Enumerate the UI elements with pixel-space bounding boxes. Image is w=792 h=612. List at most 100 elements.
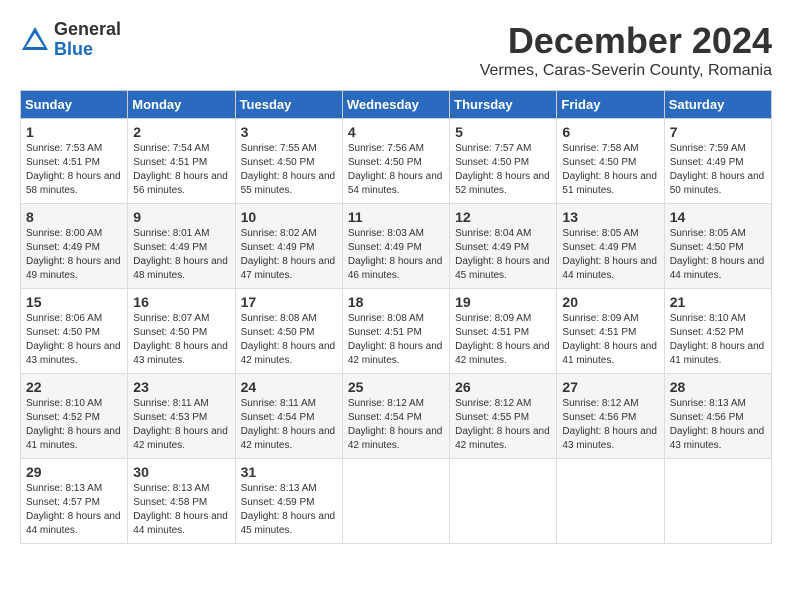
sunrise-time: Sunrise: 8:00 AM — [26, 228, 102, 239]
day-info: Sunrise: 8:01 AM Sunset: 4:49 PM Dayligh… — [133, 227, 229, 283]
sunset-time: Sunset: 4:50 PM — [241, 157, 315, 168]
day-info: Sunrise: 8:09 AM Sunset: 4:51 PM Dayligh… — [455, 312, 551, 368]
daylight-hours: Daylight: 8 hours and 42 minutes. — [133, 426, 228, 451]
calendar-cell: 5 Sunrise: 7:57 AM Sunset: 4:50 PM Dayli… — [450, 119, 557, 204]
sunrise-time: Sunrise: 7:56 AM — [348, 143, 424, 154]
sunset-time: Sunset: 4:49 PM — [26, 242, 100, 253]
sunset-time: Sunset: 4:58 PM — [133, 497, 207, 508]
subtitle: Vermes, Caras-Severin County, Romania — [480, 62, 772, 80]
title-area: December 2024 Vermes, Caras-Severin Coun… — [480, 20, 772, 80]
calendar-cell: 2 Sunrise: 7:54 AM Sunset: 4:51 PM Dayli… — [128, 119, 235, 204]
day-number: 27 — [562, 379, 658, 395]
calendar-cell: 9 Sunrise: 8:01 AM Sunset: 4:49 PM Dayli… — [128, 204, 235, 289]
header-row: SundayMondayTuesdayWednesdayThursdayFrid… — [21, 91, 772, 119]
sunrise-time: Sunrise: 8:12 AM — [348, 398, 424, 409]
sunrise-time: Sunrise: 8:04 AM — [455, 228, 531, 239]
calendar-cell — [342, 459, 449, 544]
daylight-hours: Daylight: 8 hours and 43 minutes. — [133, 341, 228, 366]
logo-icon — [20, 25, 50, 55]
sunset-time: Sunset: 4:50 PM — [348, 157, 422, 168]
daylight-hours: Daylight: 8 hours and 42 minutes. — [348, 426, 443, 451]
calendar-body: 1 Sunrise: 7:53 AM Sunset: 4:51 PM Dayli… — [21, 119, 772, 544]
day-info: Sunrise: 8:07 AM Sunset: 4:50 PM Dayligh… — [133, 312, 229, 368]
day-number: 3 — [241, 124, 337, 140]
daylight-hours: Daylight: 8 hours and 44 minutes. — [133, 511, 228, 536]
day-number: 14 — [670, 209, 766, 225]
day-number: 31 — [241, 464, 337, 480]
sunset-time: Sunset: 4:49 PM — [455, 242, 529, 253]
day-info: Sunrise: 8:13 AM Sunset: 4:56 PM Dayligh… — [670, 397, 766, 453]
calendar-cell — [664, 459, 771, 544]
daylight-hours: Daylight: 8 hours and 43 minutes. — [670, 426, 765, 451]
sunset-time: Sunset: 4:57 PM — [26, 497, 100, 508]
day-number: 16 — [133, 294, 229, 310]
header-cell-monday: Monday — [128, 91, 235, 119]
calendar-cell: 3 Sunrise: 7:55 AM Sunset: 4:50 PM Dayli… — [235, 119, 342, 204]
calendar-cell: 30 Sunrise: 8:13 AM Sunset: 4:58 PM Dayl… — [128, 459, 235, 544]
sunset-time: Sunset: 4:50 PM — [133, 327, 207, 338]
sunset-time: Sunset: 4:51 PM — [348, 327, 422, 338]
day-info: Sunrise: 8:10 AM Sunset: 4:52 PM Dayligh… — [670, 312, 766, 368]
day-number: 9 — [133, 209, 229, 225]
sunrise-time: Sunrise: 7:53 AM — [26, 143, 102, 154]
calendar-cell: 8 Sunrise: 8:00 AM Sunset: 4:49 PM Dayli… — [21, 204, 128, 289]
sunrise-time: Sunrise: 8:13 AM — [133, 483, 209, 494]
day-info: Sunrise: 8:08 AM Sunset: 4:51 PM Dayligh… — [348, 312, 444, 368]
day-number: 24 — [241, 379, 337, 395]
day-number: 10 — [241, 209, 337, 225]
daylight-hours: Daylight: 8 hours and 50 minutes. — [670, 171, 765, 196]
calendar-cell — [557, 459, 664, 544]
week-row: 15 Sunrise: 8:06 AM Sunset: 4:50 PM Dayl… — [21, 289, 772, 374]
calendar-cell: 1 Sunrise: 7:53 AM Sunset: 4:51 PM Dayli… — [21, 119, 128, 204]
day-info: Sunrise: 8:05 AM Sunset: 4:50 PM Dayligh… — [670, 227, 766, 283]
day-info: Sunrise: 8:11 AM Sunset: 4:53 PM Dayligh… — [133, 397, 229, 453]
calendar-cell: 11 Sunrise: 8:03 AM Sunset: 4:49 PM Dayl… — [342, 204, 449, 289]
header-cell-wednesday: Wednesday — [342, 91, 449, 119]
day-number: 12 — [455, 209, 551, 225]
calendar-cell: 19 Sunrise: 8:09 AM Sunset: 4:51 PM Dayl… — [450, 289, 557, 374]
sunrise-time: Sunrise: 8:12 AM — [455, 398, 531, 409]
sunrise-time: Sunrise: 8:09 AM — [455, 313, 531, 324]
daylight-hours: Daylight: 8 hours and 41 minutes. — [562, 341, 657, 366]
day-info: Sunrise: 8:12 AM Sunset: 4:56 PM Dayligh… — [562, 397, 658, 453]
sunrise-time: Sunrise: 8:12 AM — [562, 398, 638, 409]
day-number: 18 — [348, 294, 444, 310]
sunrise-time: Sunrise: 8:05 AM — [562, 228, 638, 239]
sunrise-time: Sunrise: 8:08 AM — [348, 313, 424, 324]
header: General Blue December 2024 Vermes, Caras… — [20, 20, 772, 80]
daylight-hours: Daylight: 8 hours and 42 minutes. — [348, 341, 443, 366]
calendar-cell: 14 Sunrise: 8:05 AM Sunset: 4:50 PM Dayl… — [664, 204, 771, 289]
week-row: 29 Sunrise: 8:13 AM Sunset: 4:57 PM Dayl… — [21, 459, 772, 544]
logo-general: General — [54, 20, 121, 40]
daylight-hours: Daylight: 8 hours and 42 minutes. — [455, 426, 550, 451]
sunrise-time: Sunrise: 7:59 AM — [670, 143, 746, 154]
calendar-cell: 27 Sunrise: 8:12 AM Sunset: 4:56 PM Dayl… — [557, 374, 664, 459]
sunset-time: Sunset: 4:50 PM — [455, 157, 529, 168]
day-number: 22 — [26, 379, 122, 395]
day-number: 7 — [670, 124, 766, 140]
calendar-header: SundayMondayTuesdayWednesdayThursdayFrid… — [21, 91, 772, 119]
day-info: Sunrise: 8:03 AM Sunset: 4:49 PM Dayligh… — [348, 227, 444, 283]
daylight-hours: Daylight: 8 hours and 48 minutes. — [133, 256, 228, 281]
calendar-cell: 22 Sunrise: 8:10 AM Sunset: 4:52 PM Dayl… — [21, 374, 128, 459]
sunset-time: Sunset: 4:59 PM — [241, 497, 315, 508]
sunrise-time: Sunrise: 8:13 AM — [670, 398, 746, 409]
calendar-cell: 4 Sunrise: 7:56 AM Sunset: 4:50 PM Dayli… — [342, 119, 449, 204]
sunset-time: Sunset: 4:49 PM — [133, 242, 207, 253]
day-number: 17 — [241, 294, 337, 310]
sunset-time: Sunset: 4:53 PM — [133, 412, 207, 423]
daylight-hours: Daylight: 8 hours and 56 minutes. — [133, 171, 228, 196]
sunset-time: Sunset: 4:49 PM — [562, 242, 636, 253]
sunrise-time: Sunrise: 8:11 AM — [133, 398, 208, 409]
day-info: Sunrise: 8:02 AM Sunset: 4:49 PM Dayligh… — [241, 227, 337, 283]
day-number: 11 — [348, 209, 444, 225]
sunrise-time: Sunrise: 8:03 AM — [348, 228, 424, 239]
sunrise-time: Sunrise: 8:06 AM — [26, 313, 102, 324]
daylight-hours: Daylight: 8 hours and 46 minutes. — [348, 256, 443, 281]
sunrise-time: Sunrise: 8:08 AM — [241, 313, 317, 324]
day-number: 15 — [26, 294, 122, 310]
day-info: Sunrise: 8:00 AM Sunset: 4:49 PM Dayligh… — [26, 227, 122, 283]
calendar-cell: 17 Sunrise: 8:08 AM Sunset: 4:50 PM Dayl… — [235, 289, 342, 374]
sunrise-time: Sunrise: 8:13 AM — [26, 483, 102, 494]
sunset-time: Sunset: 4:50 PM — [562, 157, 636, 168]
